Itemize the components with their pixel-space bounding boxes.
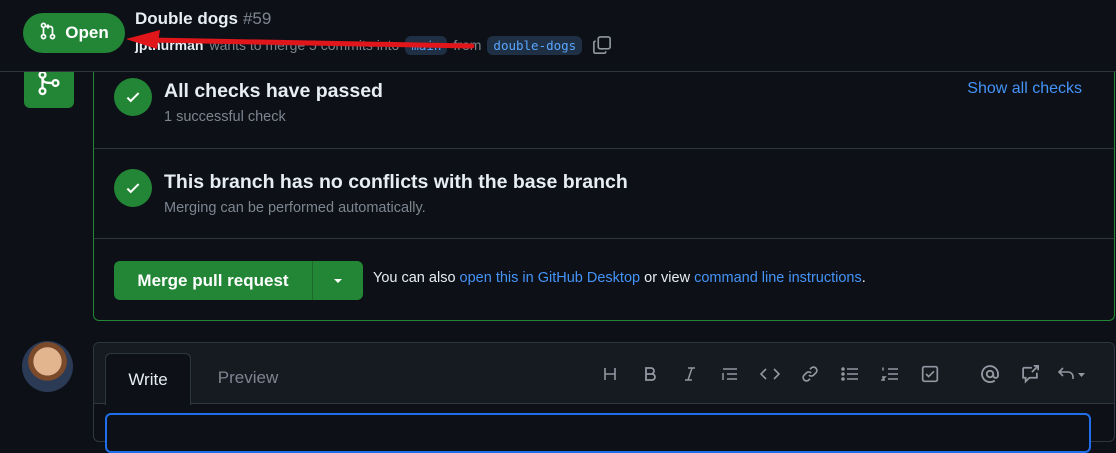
merge-action-row: Merge pull request You can also open thi… — [94, 239, 1114, 321]
triangle-down-icon — [334, 278, 342, 283]
pr-number: #59 — [242, 9, 272, 28]
conflicts-status-row: This branch has no conflicts with the ba… — [94, 149, 1114, 239]
pr-state-label: Open — [65, 23, 109, 42]
comment-header: Write Preview — [94, 343, 1114, 405]
mention-icon[interactable] — [970, 362, 1010, 386]
tab-preview[interactable]: Preview — [206, 353, 290, 403]
show-all-checks-link[interactable]: Show all checks — [967, 80, 1082, 98]
link-icon[interactable] — [790, 362, 830, 386]
merge-method-dropdown[interactable] — [313, 261, 363, 300]
comment-textarea[interactable] — [105, 413, 1091, 453]
italic-icon[interactable] — [670, 362, 710, 386]
note-prefix: You can also — [373, 270, 456, 286]
pr-author-link[interactable]: jpthurman — [135, 37, 203, 53]
checks-subtitle: 1 successful check — [164, 109, 286, 125]
tab-write[interactable]: Write — [105, 353, 191, 405]
reply-icon[interactable] — [1050, 362, 1094, 386]
check-circle-icon — [114, 78, 152, 116]
note-suffix: . — [861, 270, 866, 286]
base-branch-tag[interactable]: main — [405, 35, 448, 55]
command-line-instructions-link[interactable]: command line instructions — [694, 270, 862, 286]
cross-reference-icon[interactable] — [1010, 362, 1050, 386]
bold-icon[interactable] — [630, 362, 670, 386]
merge-button-group: Merge pull request — [114, 261, 363, 300]
heading-icon[interactable] — [590, 362, 630, 386]
open-in-desktop-link[interactable]: open this in GitHub Desktop — [460, 270, 641, 286]
sticky-header: Open Double dogs #59 jpthurman wants to m… — [0, 0, 1116, 72]
checks-title: All checks have passed — [164, 80, 383, 102]
pull-request-icon — [39, 22, 57, 45]
pr-meta: jpthurman wants to merge 5 commits into … — [135, 35, 612, 55]
pr-title-text: Double dogs — [135, 9, 238, 28]
pr-state-badge: Open — [23, 13, 125, 53]
conflicts-title: This branch has no conflicts with the ba… — [164, 171, 628, 193]
numbered-list-icon[interactable] — [870, 362, 910, 386]
pr-title: Double dogs #59 — [135, 9, 271, 29]
merge-pull-request-button[interactable]: Merge pull request — [114, 261, 313, 300]
comment-composer: Write Preview — [93, 342, 1115, 453]
task-list-icon[interactable] — [910, 362, 950, 386]
check-circle-icon — [114, 169, 152, 207]
bulleted-list-icon[interactable] — [830, 362, 870, 386]
avatar — [22, 341, 73, 392]
merge-box: All checks have passed 1 successful chec… — [93, 58, 1115, 321]
merge-alternatives-note: You can also open this in GitHub Desktop… — [373, 270, 866, 286]
from-text: from — [453, 37, 482, 53]
copy-icon[interactable] — [592, 35, 612, 55]
pr-meta-text: wants to merge 5 commits into — [209, 37, 400, 53]
markdown-toolbar — [590, 362, 1094, 386]
note-middle: or view — [644, 270, 691, 286]
conflicts-subtitle: Merging can be performed automatically. — [164, 200, 426, 216]
head-branch-tag[interactable]: double-dogs — [487, 35, 583, 55]
quote-icon[interactable] — [710, 362, 750, 386]
code-icon[interactable] — [750, 362, 790, 386]
